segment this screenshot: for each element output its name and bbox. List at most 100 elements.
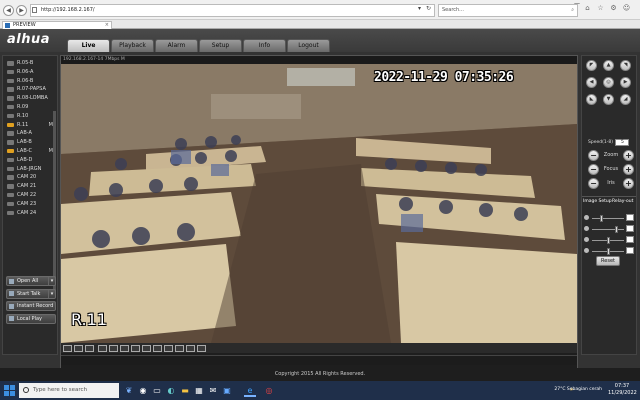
edge-browser-icon[interactable]: ◐	[165, 384, 177, 397]
channel-item[interactable]: CAM 22	[3, 191, 57, 200]
live-video-feed[interactable]: 2022-11-29 07:35:26 R.11	[61, 64, 577, 343]
hue-value-input[interactable]	[626, 247, 634, 254]
refresh-icon[interactable]: ↻	[426, 5, 431, 12]
contrast-slider-thumb[interactable]	[614, 225, 618, 233]
menu-alarm[interactable]: Alarm	[155, 39, 198, 52]
ptz-right-button[interactable]: ▶	[620, 77, 631, 88]
local-play-button[interactable]: Local Play	[6, 313, 56, 324]
iris-minus-button[interactable]: −	[588, 178, 599, 189]
ptz-down-left-button[interactable]: ◣	[586, 94, 597, 105]
settings-gear-icon[interactable]: ⚙	[609, 4, 618, 13]
saturation-slider-thumb[interactable]	[607, 236, 610, 244]
channel-item[interactable]: R.06-B	[3, 77, 57, 86]
clock[interactable]: 07:37 11/29/2022	[608, 383, 637, 397]
dropdown-icon[interactable]: ▾	[418, 5, 421, 12]
layout-1-icon[interactable]	[63, 345, 72, 352]
brightness-slider[interactable]	[592, 217, 624, 219]
layout-4-icon[interactable]	[74, 345, 83, 352]
channel-item[interactable]: R.08-LOMBA	[3, 94, 57, 103]
record-toolbar-icon[interactable]	[175, 345, 184, 352]
ptz-down-button[interactable]: ▼	[603, 94, 614, 105]
menu-info[interactable]: Info	[243, 39, 286, 52]
photos-icon[interactable]: ▣	[221, 384, 233, 397]
contrast-slider[interactable]	[592, 228, 624, 230]
channel-item[interactable]: R.05-B	[3, 59, 57, 68]
tab-image-setup[interactable]: Image Setup	[583, 199, 612, 204]
store-icon[interactable]: ▦	[193, 384, 205, 397]
chevron-down-icon[interactable]: ▾	[48, 277, 55, 285]
favorites-icon[interactable]: ☆	[596, 4, 605, 13]
channel-item[interactable]: CAM 20	[3, 173, 57, 182]
back-button[interactable]: ◀	[3, 5, 14, 16]
browser-search-input[interactable]: Search... ⌕	[438, 4, 578, 17]
minimize-button[interactable]: —	[568, 0, 586, 8]
audio-icon[interactable]	[186, 345, 195, 352]
ptz-up-right-button[interactable]: ◥	[620, 60, 631, 71]
menu-playback[interactable]: Playback	[111, 39, 154, 52]
menu-setup[interactable]: Setup	[199, 39, 242, 52]
tab-close-icon[interactable]: ×	[105, 22, 109, 29]
channel-item[interactable]: CAM 23	[3, 200, 57, 209]
task-view-icon[interactable]: ▭	[151, 384, 163, 397]
chevron-down-icon[interactable]: ▾	[48, 289, 55, 298]
close-all-icon[interactable]	[197, 345, 206, 352]
layout-36-icon[interactable]	[153, 345, 162, 352]
layout-25-icon[interactable]	[142, 345, 151, 352]
weather-text[interactable]: 27°C Sebagian cerah	[554, 387, 602, 392]
brightness-slider-thumb[interactable]	[599, 214, 603, 222]
reset-button[interactable]: Reset	[596, 256, 620, 266]
instant-record-button[interactable]: Instant Record	[6, 301, 56, 311]
fullscreen-icon[interactable]	[85, 345, 94, 352]
tab-relay-out[interactable]: Relay-out	[612, 199, 633, 204]
menu-live[interactable]: Live	[67, 39, 110, 52]
ptz-up-left-button[interactable]: ◤	[586, 60, 597, 71]
channel-item[interactable]: R.09	[3, 103, 57, 112]
channel-item[interactable]: R.11 M	[3, 121, 57, 130]
contrast-value-input[interactable]	[626, 225, 634, 232]
speed-select[interactable]: 5	[615, 139, 630, 146]
ptz-up-button[interactable]: ▲	[603, 60, 614, 71]
ptz-down-right-button[interactable]: ◢	[620, 94, 631, 105]
channel-item[interactable]: R.07-PAPSA	[3, 85, 57, 94]
channel-item[interactable]: R.10	[3, 112, 57, 121]
cortana-icon[interactable]: ❦	[123, 384, 135, 397]
channel-item[interactable]: LAB-A	[3, 129, 57, 138]
channel-item[interactable]: LAB-JRGN	[3, 165, 57, 174]
iris-plus-button[interactable]: +	[623, 178, 634, 189]
focus-plus-button[interactable]: +	[623, 164, 634, 175]
ptz-left-button[interactable]: ◀	[586, 77, 597, 88]
channel-item[interactable]: LAB-D	[3, 156, 57, 165]
zoom-in-button[interactable]: +	[623, 150, 634, 161]
focus-minus-button[interactable]: −	[588, 164, 599, 175]
channel-item[interactable]: LAB-C M	[3, 147, 57, 156]
snapshot-icon[interactable]	[164, 345, 173, 352]
windows-start-button[interactable]	[4, 385, 15, 396]
layout-custom-icon[interactable]	[131, 345, 140, 352]
ptz-center-button[interactable]: ◎	[603, 77, 614, 88]
menu-logout[interactable]: Logout	[287, 39, 330, 52]
channel-scrollbar[interactable]	[53, 111, 56, 296]
mail-icon[interactable]: ✉	[207, 384, 219, 397]
hue-slider-thumb[interactable]	[607, 247, 610, 255]
brightness-value-input[interactable]	[626, 214, 634, 221]
layout-9-icon[interactable]	[109, 345, 118, 352]
layout-16-icon[interactable]	[120, 345, 129, 352]
open-all-button[interactable]: Open All ▾	[6, 276, 56, 286]
saturation-value-input[interactable]	[626, 236, 634, 243]
browser-tab[interactable]: PREVIEW ×	[2, 21, 112, 29]
start-talk-button[interactable]: Start Talk ▾	[6, 288, 56, 299]
feedback-smile-icon[interactable]: ☺	[622, 4, 631, 13]
file-explorer-icon[interactable]: ▬	[179, 384, 191, 397]
chrome-icon[interactable]: ◎	[263, 384, 275, 397]
layout-8-icon[interactable]	[98, 345, 107, 352]
forward-button[interactable]: ▶	[16, 5, 27, 16]
channel-item[interactable]: CAM 24	[3, 209, 57, 218]
taskbar-search-input[interactable]: Type here to search	[19, 383, 119, 398]
channel-item[interactable]: LAB-B	[3, 138, 57, 147]
channel-item[interactable]: R.06-A	[3, 68, 57, 77]
channel-item[interactable]: CAM 21	[3, 182, 57, 191]
zoom-out-button[interactable]: −	[588, 150, 599, 161]
edge-icon[interactable]: ◉	[137, 384, 149, 397]
address-bar[interactable]: http://192.168.2.167/	[30, 4, 435, 17]
internet-explorer-icon[interactable]: e	[244, 384, 256, 397]
